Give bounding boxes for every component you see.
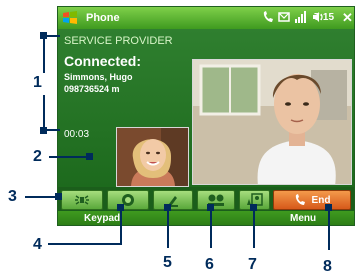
callout-1-tick-top <box>43 35 60 37</box>
callout-1-tick-bottom <box>43 129 60 131</box>
call-status: Connected: <box>64 53 141 69</box>
callout-7-label: 7 <box>248 256 257 273</box>
phone-end-icon <box>295 194 305 205</box>
caller-number: 098736524 m <box>64 84 120 94</box>
callout-7-line <box>253 208 255 248</box>
callout-8-line <box>328 208 330 250</box>
callout-6-marker <box>207 204 214 211</box>
keypad-softkey[interactable]: Keypad <box>84 213 120 224</box>
callout-6-line <box>210 208 212 248</box>
callout-5-marker <box>164 204 171 211</box>
callout-4-label: 4 <box>33 236 42 253</box>
speakerphone-icon <box>75 195 89 205</box>
menu-softkey[interactable]: Menu <box>290 213 316 224</box>
callout-5-line <box>167 208 169 248</box>
speakerphone-button[interactable] <box>61 190 103 210</box>
mute-button[interactable] <box>107 190 149 210</box>
message-icon[interactable] <box>278 11 290 23</box>
signal-strength-icon[interactable] <box>294 10 308 24</box>
local-video[interactable] <box>116 127 189 187</box>
callout-3-marker <box>55 193 62 200</box>
callout-2-marker <box>86 153 93 160</box>
annotated-figure: Phone 7:15 ✕ SERVICE PROVIDER Connected:… <box>0 0 360 277</box>
callout-8-label: 8 <box>323 258 332 275</box>
windows-start-icon[interactable] <box>62 10 78 26</box>
app-title: Phone <box>86 12 120 24</box>
callout-5-label: 5 <box>163 254 172 271</box>
callout-3-line <box>25 196 57 198</box>
callout-1-bracket-bottom <box>43 95 45 130</box>
local-person-image <box>117 128 188 186</box>
clock-time[interactable]: 7:15 <box>314 12 334 23</box>
callout-2-line <box>49 156 89 158</box>
callout-1-label: 1 <box>33 74 42 91</box>
callout-2-label: 2 <box>33 148 42 165</box>
service-provider: SERVICE PROVIDER <box>64 35 173 47</box>
close-icon[interactable]: ✕ <box>342 10 353 26</box>
remote-person-image <box>193 60 351 184</box>
callout-6-label: 6 <box>205 256 214 273</box>
callout-8-marker <box>325 204 332 211</box>
end-call-button[interactable]: End <box>273 190 351 210</box>
phone-screen: Phone 7:15 ✕ SERVICE PROVIDER Connected:… <box>57 6 355 226</box>
callout-4-line-v <box>120 208 122 245</box>
softkey-bar: Keypad Menu <box>58 211 354 225</box>
call-panel: SERVICE PROVIDER Connected: Simmons, Hug… <box>58 29 354 187</box>
video-options-button[interactable] <box>197 190 235 210</box>
callout-7-marker <box>250 204 257 211</box>
caller-name: Simmons, Hugo <box>64 72 133 82</box>
phone-connection-icon[interactable] <box>262 10 274 24</box>
callout-3-label: 3 <box>8 188 17 205</box>
call-timer: 00:03 <box>64 129 90 140</box>
callout-4-marker <box>117 204 124 211</box>
remote-video <box>192 59 352 185</box>
camera-swap-button[interactable] <box>153 190 193 210</box>
title-bar: Phone 7:15 ✕ <box>58 7 354 29</box>
callout-1-bracket-top <box>43 35 45 73</box>
callout-4-line-h <box>48 243 120 245</box>
